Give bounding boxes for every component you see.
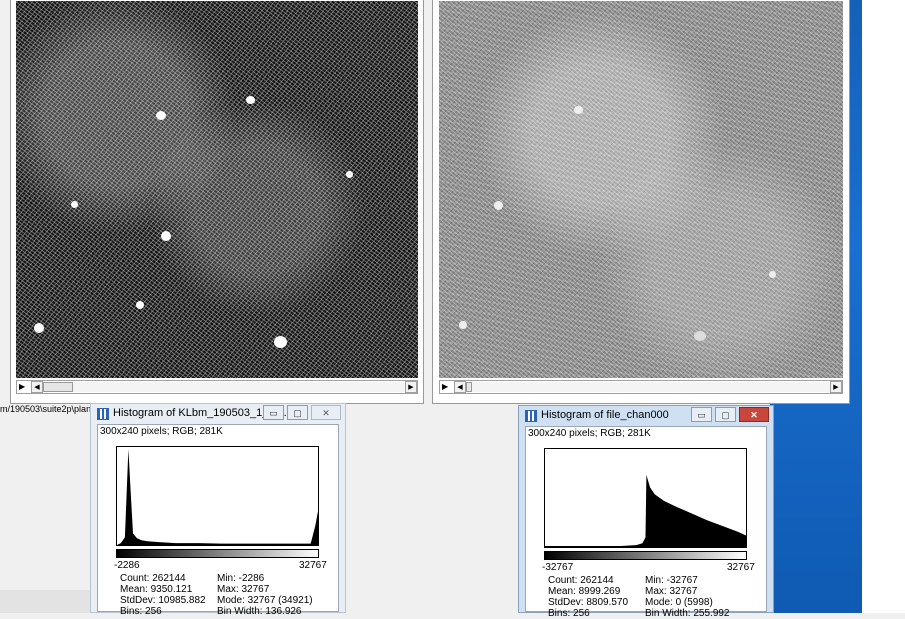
stat-stddev: StdDev: 8809.570 [548,597,628,608]
cell-blob [459,321,467,329]
cell-blob [71,201,78,208]
maximize-button[interactable]: ▢ [287,405,308,420]
play-icon[interactable]: ▶ [19,381,29,393]
window-title: Histogram of file_chan000 [541,409,669,421]
stat-bin-width: Bin Width: 136.926 [217,606,302,617]
histogram-panel: 300x240 pixels; RGB; 281K -2286 32767 Co… [97,424,339,612]
scroll-right-icon[interactable]: ▶ [405,381,417,393]
scroll-left-icon[interactable]: ◀ [454,381,466,393]
scroll-track[interactable] [43,382,405,392]
stat-stddev: StdDev: 10985.882 [120,595,206,606]
file-path-text: m/190503\suite2p\plan [0,404,100,418]
histogram-window-left[interactable]: Histogram of KLbm_190503_1_00... ▭ ▢ ✕ 3… [90,403,346,613]
cell-blob [161,231,171,241]
histogram-panel: 300x240 pixels; RGB; 281K -32767 32767 C… [525,426,767,612]
minimize-button[interactable]: ▭ [263,405,284,420]
image-canvas-left[interactable] [16,1,418,378]
histogram-area [545,475,746,547]
stat-count: Count: 262144 [548,575,614,586]
scroll-right-icon[interactable]: ▶ [830,381,842,393]
cell-blob [346,171,353,178]
histogram-chart [545,449,746,547]
x-max-label: 32767 [299,560,327,571]
image-info: 300x240 pixels; RGB; 281K [100,426,223,437]
image-canvas-right[interactable] [439,1,843,378]
histogram-area [117,449,318,545]
stat-mean: Mean: 8999.269 [548,586,620,597]
histogram-window-right[interactable]: Histogram of file_chan000 ▭ ▢ ✕ 300x240 … [518,405,774,613]
stat-min: Min: -2286 [217,573,264,584]
title-bar[interactable]: Histogram of file_chan000 ▭ ▢ ✕ [519,406,773,426]
stat-bins: Bins: 256 [548,608,590,619]
lut-bar [544,551,747,560]
stat-max: Max: 32767 [217,584,269,595]
play-icon[interactable]: ▶ [442,381,452,393]
scroll-thumb[interactable] [466,382,472,392]
cell-blob [136,301,144,309]
stat-mean: Mean: 9350.121 [120,584,192,595]
x-min-label: -2286 [114,560,140,571]
stat-bins: Bins: 256 [120,606,162,617]
stat-mode: Mode: 32767 (34921) [217,595,313,606]
stat-mode: Mode: 0 (5998) [645,597,713,608]
scroll-track[interactable] [466,382,830,392]
histogram-plot [544,448,747,548]
cell-blob [694,331,706,341]
close-button[interactable]: ✕ [311,405,341,420]
histogram-icon [525,410,537,422]
x-min-label: -32767 [542,562,573,573]
x-max-label: 32767 [727,562,755,573]
title-bar[interactable]: Histogram of KLbm_190503_1_00... ▭ ▢ ✕ [91,404,345,424]
scroll-left-icon[interactable]: ◀ [31,381,43,393]
cell-blob [494,201,503,210]
histogram-chart [117,447,318,545]
maximize-button[interactable]: ▢ [715,407,736,422]
scroll-thumb[interactable] [43,382,73,392]
close-button[interactable]: ✕ [739,407,769,422]
cell-blob [246,96,255,104]
slice-scrollbar-left[interactable]: ▶ ◀ ▶ [16,380,418,394]
stat-min: Min: -32767 [645,575,698,586]
image-window-right[interactable]: ▶ ◀ ▶ [432,0,850,404]
cell-blob [34,323,44,333]
image-info: 300x240 pixels; RGB; 281K [528,428,651,439]
taskbar-fragment [0,590,92,613]
desktop-edge [862,0,905,613]
stat-bin-width: Bin Width: 255.992 [645,608,730,619]
histogram-plot [116,446,319,546]
stat-max: Max: 32767 [645,586,697,597]
lut-bar [116,549,319,558]
minimize-button[interactable]: ▭ [691,407,712,422]
cell-blob [156,111,166,120]
slice-scrollbar-right[interactable]: ▶ ◀ ▶ [439,380,843,394]
image-window-left[interactable]: ▶ ◀ ▶ [10,0,424,404]
cell-blob [769,271,776,278]
stat-count: Count: 262144 [120,573,186,584]
cell-blob [574,106,583,114]
histogram-icon [97,408,109,420]
cell-blob [274,336,287,348]
